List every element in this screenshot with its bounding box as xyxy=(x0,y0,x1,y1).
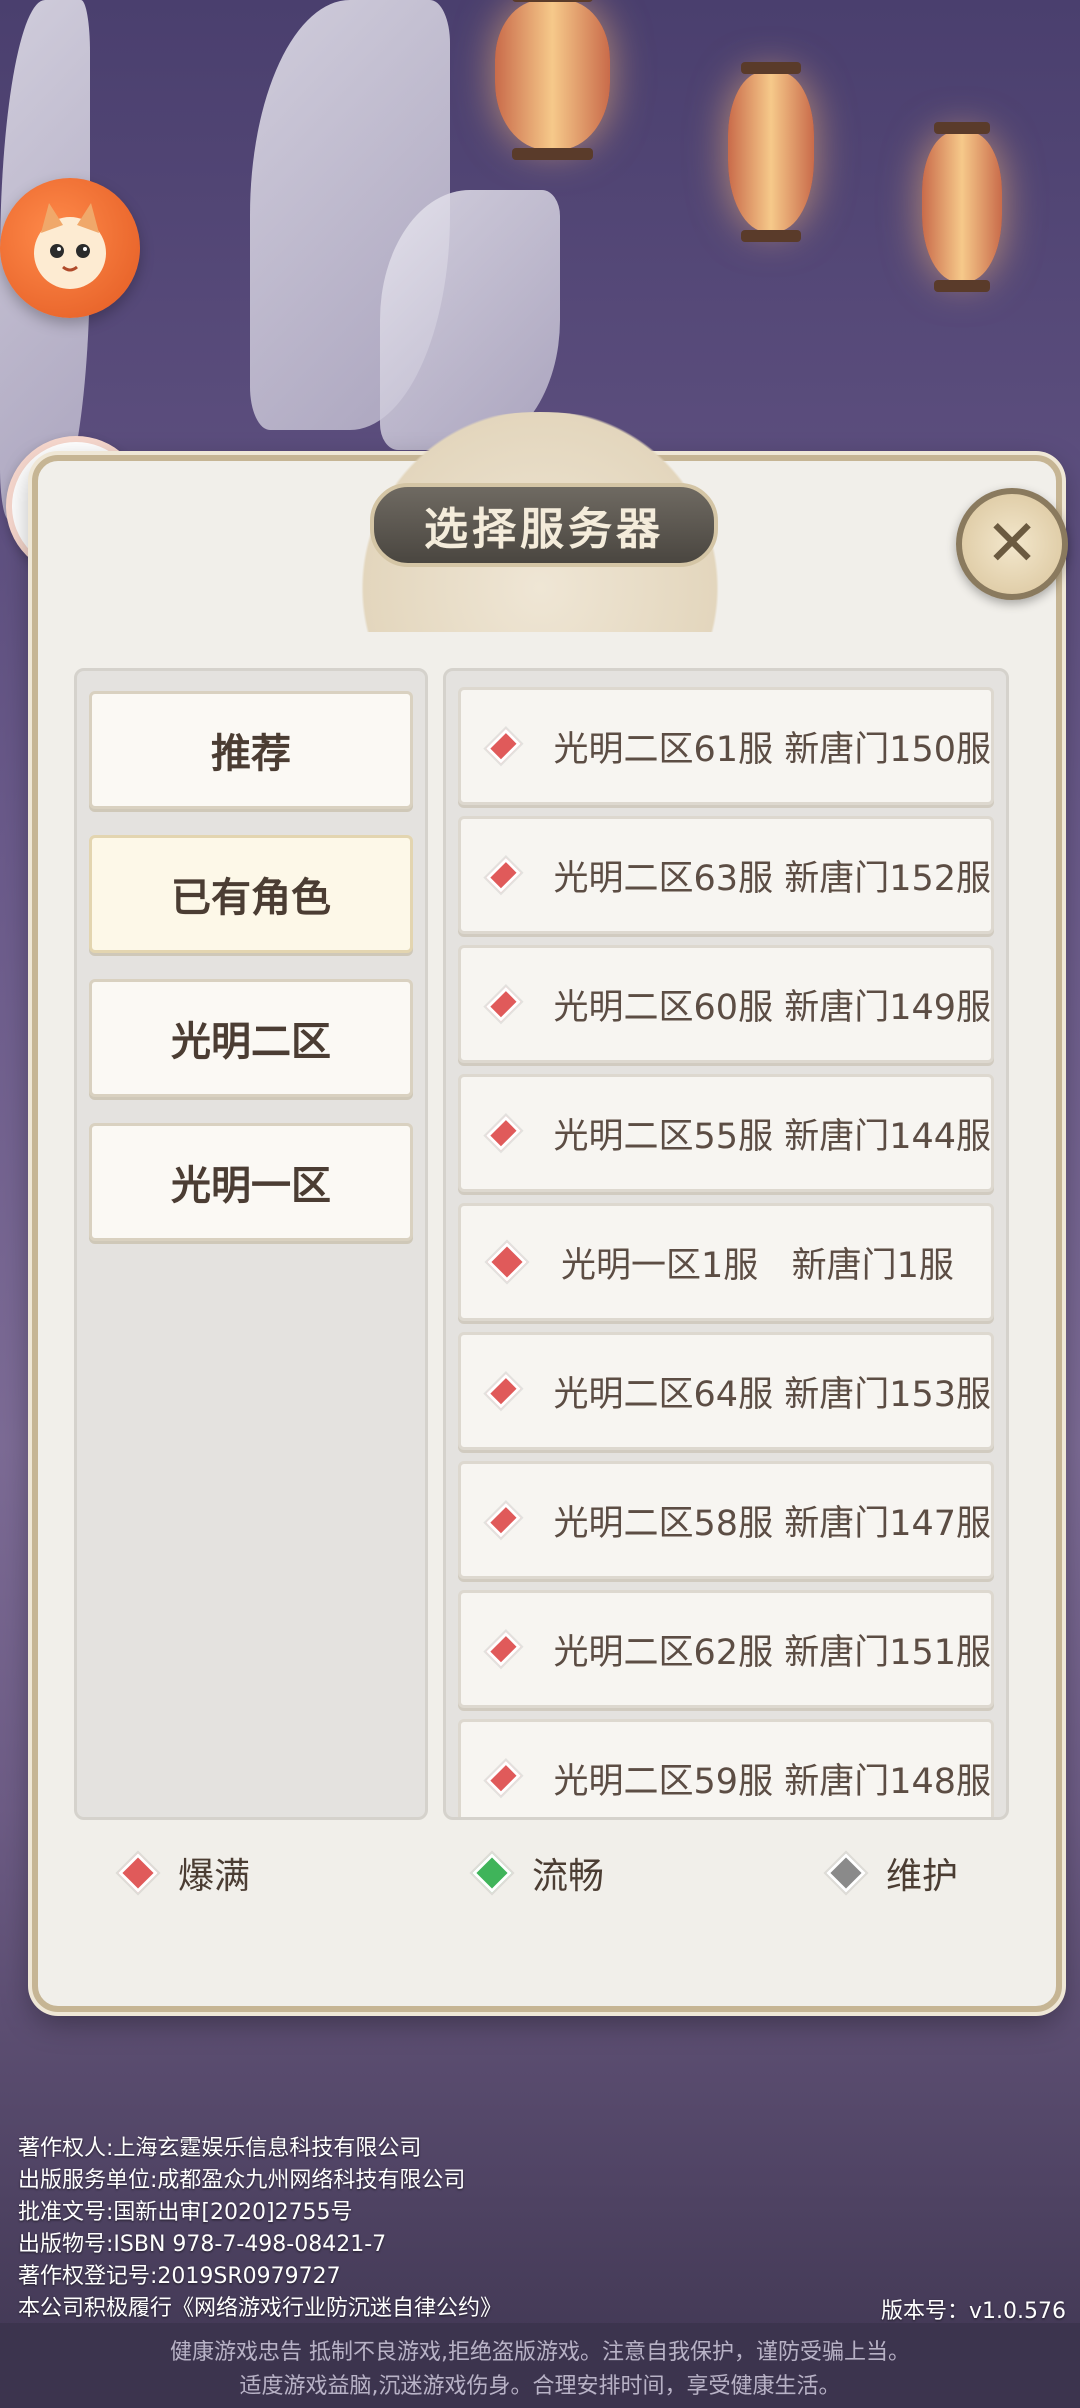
publisher: 出版服务单位:成都盈众九州网络科技有限公司 xyxy=(18,2168,466,2193)
server-name: 光明二区60服 新唐门149服 xyxy=(553,987,991,1028)
status-full-icon xyxy=(486,1760,521,1796)
status-full-icon xyxy=(486,986,521,1022)
anti-addiction-pledge: 本公司积极履行《网络游戏行业防沉迷自律公约》 xyxy=(18,2296,503,2321)
wing-decoration xyxy=(250,0,450,430)
cat-mascot-icon xyxy=(34,203,106,289)
tab-existing-characters[interactable]: 已有角色 xyxy=(89,835,413,953)
isbn: 出版物号:ISBN 978-7-498-08421-7 xyxy=(18,2232,387,2257)
status-maintenance-icon xyxy=(826,1853,866,1893)
server-item[interactable]: 光明二区63服 新唐门152服 xyxy=(458,816,994,934)
server-name: 光明二区61服 新唐门150服 xyxy=(553,729,991,770)
dialog-title: 选择服务器 xyxy=(370,483,718,567)
server-item[interactable]: 光明二区58服 新唐门147服 xyxy=(458,1461,994,1579)
copyright-info: 著作权人:上海玄霆娱乐信息科技有限公司 出版服务单位:成都盈众九州网络科技有限公… xyxy=(18,2133,502,2325)
status-full-icon xyxy=(486,728,521,764)
legend-maintenance-label: 维护 xyxy=(886,1856,959,1897)
status-full-icon xyxy=(486,1373,521,1409)
server-item[interactable]: 光明二区61服 新唐门150服 xyxy=(458,687,994,805)
zone-tab-list: 推荐 已有角色 光明二区 光明一区 xyxy=(74,668,428,1820)
server-item[interactable]: 光明二区60服 新唐门149服 xyxy=(458,945,994,1063)
close-icon: ✕ xyxy=(985,507,1039,581)
server-item[interactable]: 光明二区62服 新唐门151服 xyxy=(458,1590,994,1708)
lantern-decoration xyxy=(922,122,1002,292)
copyright-registration: 著作权登记号:2019SR0979727 xyxy=(18,2264,341,2289)
server-item[interactable]: 光明二区55服 新唐门144服 xyxy=(458,1074,994,1192)
server-list[interactable]: 光明二区61服 新唐门150服 光明二区63服 新唐门152服 光明二区60服 … xyxy=(443,668,1009,1820)
status-full-icon xyxy=(486,1115,521,1151)
legend-maintenance: 维护 xyxy=(826,1847,959,1899)
health-notice-line1: 健康游戏忠告 抵制不良游戏,拒绝盗版游戏。注意自我保护，谨防受骗上当。 xyxy=(170,2340,910,2365)
tab-guangming-zone-2[interactable]: 光明二区 xyxy=(89,979,413,1097)
cat-mascot-button[interactable] xyxy=(0,178,140,318)
status-smooth-icon xyxy=(472,1853,512,1893)
wing-decoration xyxy=(380,190,560,450)
legend-full: 爆满 xyxy=(118,1847,251,1899)
status-full-icon xyxy=(486,857,521,893)
server-name: 光明二区62服 新唐门151服 xyxy=(553,1632,991,1673)
version-label: 版本号：v1.0.576 xyxy=(881,2299,1066,2324)
legend-full-label: 爆满 xyxy=(178,1856,251,1897)
status-full-icon xyxy=(486,1631,521,1667)
status-full-icon xyxy=(118,1853,158,1893)
server-name: 光明二区58服 新唐门147服 xyxy=(553,1503,991,1544)
status-full-icon xyxy=(486,1502,521,1538)
copyright-owner: 著作权人:上海玄霆娱乐信息科技有限公司 xyxy=(18,2136,422,2161)
server-name: 光明二区64服 新唐门153服 xyxy=(553,1374,991,1415)
server-name: 光明二区55服 新唐门144服 xyxy=(553,1116,991,1157)
server-item[interactable]: 光明二区59服 新唐门148服 xyxy=(458,1719,994,1817)
legend-smooth-label: 流畅 xyxy=(532,1856,605,1897)
server-name: 光明一区1服 新唐门1服 xyxy=(561,1245,954,1286)
approval-number: 批准文号:国新出审[2020]2755号 xyxy=(18,2200,353,2225)
lantern-decoration xyxy=(495,0,610,160)
tab-guangming-zone-1[interactable]: 光明一区 xyxy=(89,1123,413,1241)
server-name: 光明二区63服 新唐门152服 xyxy=(553,858,991,899)
server-item[interactable]: 光明二区64服 新唐门153服 xyxy=(458,1332,994,1450)
tab-recommended[interactable]: 推荐 xyxy=(89,691,413,809)
close-button[interactable]: ✕ xyxy=(956,488,1068,600)
status-full-icon xyxy=(487,1242,527,1282)
server-name: 光明二区59服 新唐门148服 xyxy=(553,1761,991,1802)
lantern-decoration xyxy=(728,62,814,242)
legend-smooth: 流畅 xyxy=(472,1847,605,1899)
health-notice-line2: 适度游戏益脑,沉迷游戏伤身。合理安排时间，享受健康生活。 xyxy=(239,2374,841,2399)
server-item[interactable]: 光明一区1服 新唐门1服 xyxy=(458,1203,994,1321)
